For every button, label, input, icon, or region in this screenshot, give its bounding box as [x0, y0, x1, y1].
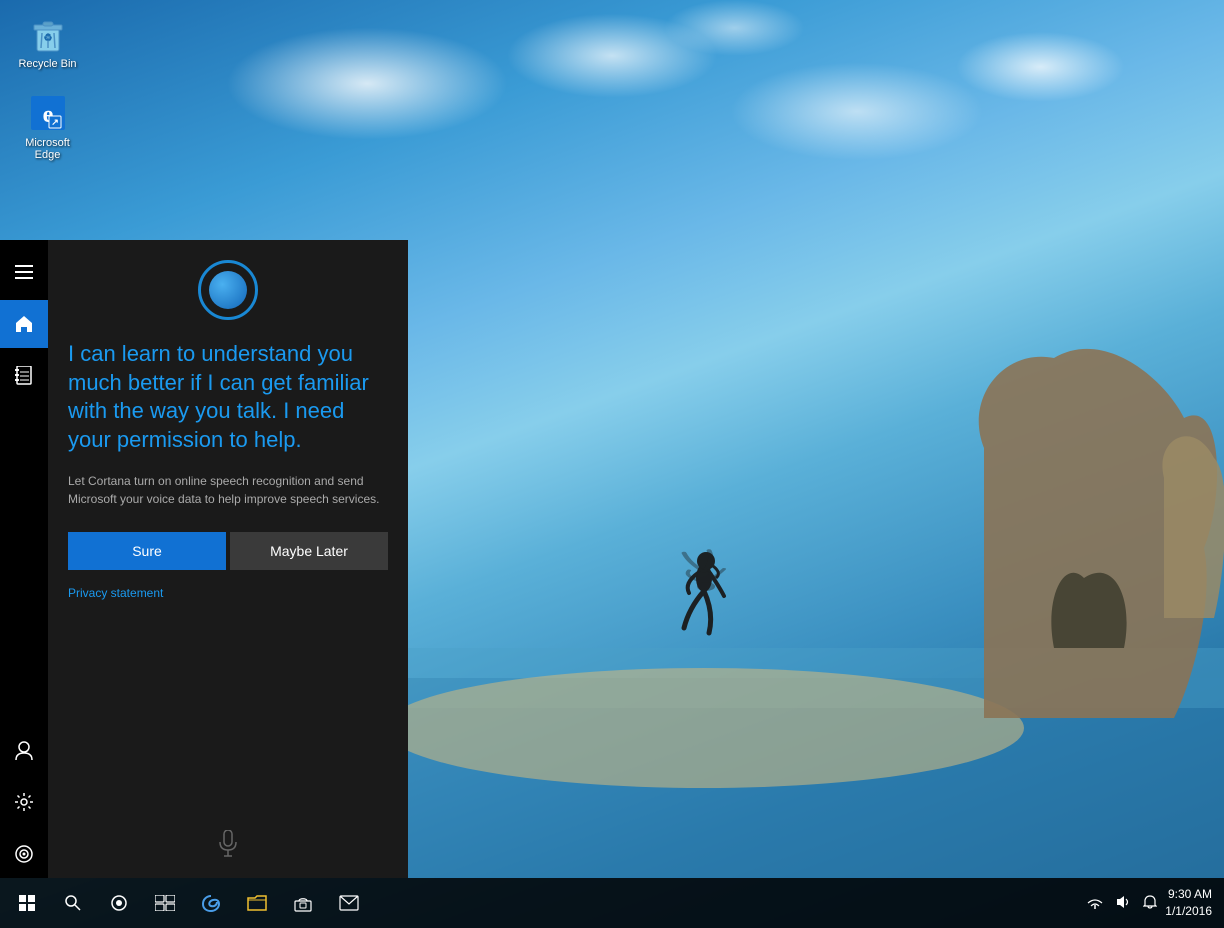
time: 9:30 AM — [1165, 886, 1212, 903]
cortana-mic-area — [68, 820, 388, 868]
cortana-panel: I can learn to understand you much bette… — [48, 240, 408, 878]
time-display: 9:30 AM 1/1/2016 — [1165, 886, 1212, 920]
cortana-description: Let Cortana turn on online speech recogn… — [68, 472, 388, 508]
edge-taskbar-button[interactable] — [188, 878, 234, 928]
start-button[interactable] — [4, 878, 50, 928]
notification-icon[interactable] — [1139, 895, 1161, 912]
sidebar-home[interactable] — [0, 300, 48, 348]
date: 1/1/2016 — [1165, 903, 1212, 920]
cortana-taskbar-button[interactable] — [96, 878, 142, 928]
maybe-later-button[interactable]: Maybe Later — [230, 532, 388, 570]
recycle-bin-icon[interactable]: ♻ Recycle Bin — [10, 10, 85, 74]
desktop-icons: ♻ Recycle Bin e ↗ Microsoft Edge — [10, 10, 85, 165]
search-button[interactable] — [50, 878, 96, 928]
edge-icon[interactable]: e ↗ Microsoft Edge — [10, 89, 85, 165]
volume-icon[interactable] — [1111, 895, 1135, 912]
landscape-svg — [404, 298, 1224, 878]
svg-text:↗: ↗ — [51, 117, 59, 127]
taskbar: 9:30 AM 1/1/2016 — [0, 878, 1224, 928]
sidebar-account[interactable] — [0, 726, 48, 774]
svg-text:♻: ♻ — [43, 33, 52, 44]
sure-button[interactable]: Sure — [68, 532, 226, 570]
sidebar-settings[interactable] — [0, 778, 48, 826]
cortana-logo — [68, 260, 388, 320]
privacy-statement-link[interactable]: Privacy statement — [68, 586, 388, 600]
store-button[interactable] — [280, 878, 326, 928]
sidebar-notebook[interactable] — [0, 352, 48, 400]
file-explorer-button[interactable] — [234, 878, 280, 928]
sidebar-feedback[interactable] — [0, 830, 48, 878]
cortana-buttons: Sure Maybe Later — [68, 532, 388, 570]
recycle-bin-label: Recycle Bin — [18, 58, 76, 70]
network-icon[interactable] — [1083, 895, 1107, 912]
task-view-button[interactable] — [142, 878, 188, 928]
mail-button[interactable] — [326, 878, 372, 928]
microphone-icon — [218, 830, 238, 858]
sidebar-hamburger[interactable] — [0, 248, 48, 296]
edge-label: Microsoft Edge — [14, 137, 81, 161]
sidebar — [0, 240, 48, 878]
desktop: ♻ Recycle Bin e ↗ Microsoft Edge — [0, 0, 1224, 928]
taskbar-notification-area: 9:30 AM 1/1/2016 — [1083, 886, 1220, 920]
cortana-heading: I can learn to understand you much bette… — [68, 340, 388, 454]
